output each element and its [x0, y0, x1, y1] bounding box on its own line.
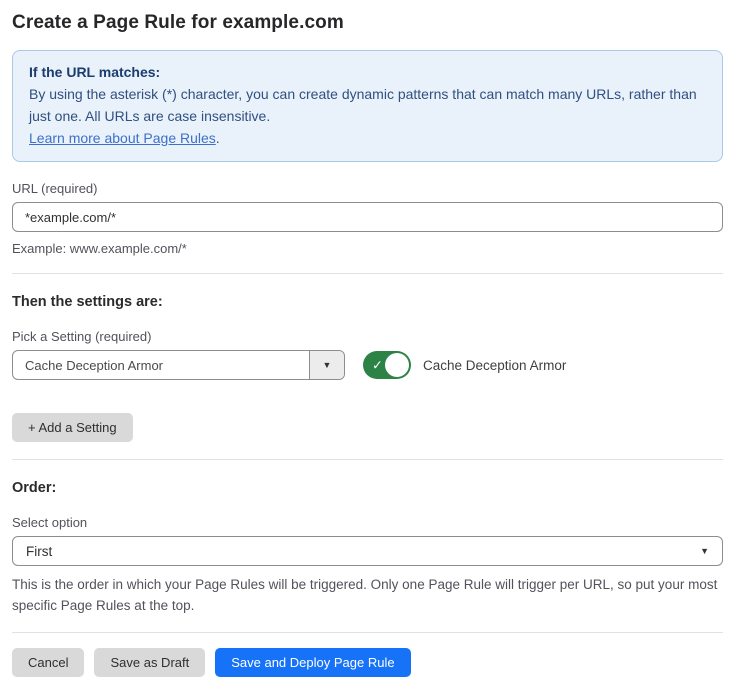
check-icon: ✓ — [372, 359, 383, 372]
divider — [12, 459, 723, 460]
page-title: Create a Page Rule for example.com — [12, 12, 723, 34]
toggle-label: Cache Deception Armor — [423, 358, 566, 373]
order-select[interactable]: First ▼ — [12, 536, 723, 566]
url-input[interactable] — [12, 202, 723, 232]
add-setting-button[interactable]: + Add a Setting — [12, 413, 133, 442]
order-select-value: First — [26, 544, 52, 559]
setting-row: Cache Deception Armor ▼ ✓ Cache Deceptio… — [12, 350, 723, 380]
setting-dropdown-value: Cache Deception Armor — [13, 351, 309, 379]
order-section-heading: Order: — [12, 480, 723, 496]
info-box-body: By using the asterisk (*) character, you… — [29, 83, 706, 127]
save-as-draft-button[interactable]: Save as Draft — [94, 648, 205, 677]
cancel-button[interactable]: Cancel — [12, 648, 84, 677]
info-box-heading: If the URL matches: — [29, 61, 706, 83]
url-field-label: URL (required) — [12, 181, 723, 196]
divider — [12, 273, 723, 274]
cache-deception-armor-toggle[interactable]: ✓ — [363, 351, 411, 379]
page-rule-form: Create a Page Rule for example.com If th… — [0, 0, 750, 677]
setting-dropdown-button[interactable]: ▼ — [309, 351, 344, 379]
footer-buttons: Cancel Save as Draft Save and Deploy Pag… — [12, 648, 723, 677]
chevron-down-icon: ▼ — [700, 546, 709, 556]
pick-setting-label: Pick a Setting (required) — [12, 329, 723, 344]
toggle-knob — [385, 353, 409, 377]
link-suffix: . — [216, 130, 220, 146]
url-helper-text: Example: www.example.com/* — [12, 239, 723, 259]
setting-dropdown[interactable]: Cache Deception Armor ▼ — [12, 350, 345, 380]
select-option-label: Select option — [12, 515, 723, 530]
settings-section-heading: Then the settings are: — [12, 294, 723, 310]
order-helper-text: This is the order in which your Page Rul… — [12, 574, 723, 616]
save-and-deploy-button[interactable]: Save and Deploy Page Rule — [215, 648, 410, 677]
divider — [12, 632, 723, 633]
url-match-info-box: If the URL matches: By using the asteris… — [12, 50, 723, 162]
learn-more-link[interactable]: Learn more about Page Rules — [29, 130, 216, 146]
chevron-down-icon: ▼ — [323, 360, 332, 370]
info-link-line: Learn more about Page Rules. — [29, 127, 706, 149]
